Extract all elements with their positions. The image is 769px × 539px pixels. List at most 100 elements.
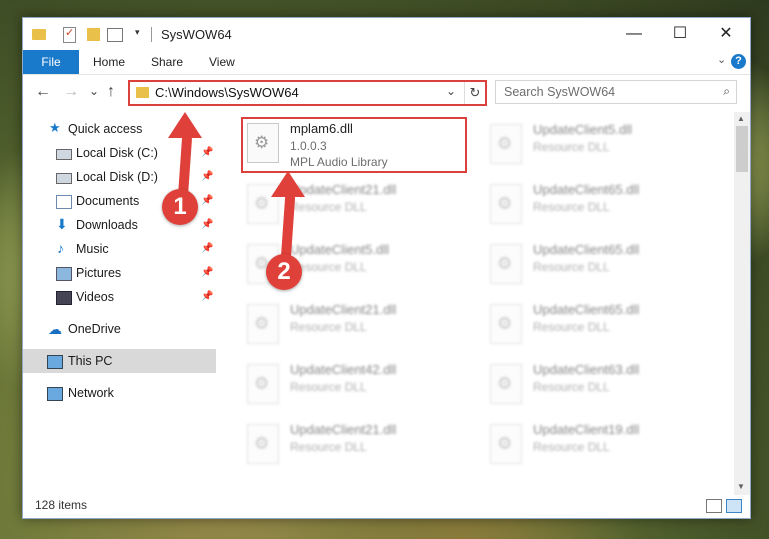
address-bar[interactable]: C:\Windows\SysWOW64 ⌄ ↻ <box>128 80 487 106</box>
refresh-icon[interactable]: ↻ <box>464 82 485 104</box>
file-tile[interactable]: UpdateClient65.dll Resource DLL <box>486 240 676 286</box>
file-name: UpdateClient21.dll <box>290 182 397 197</box>
search-icon[interactable]: ⌕ <box>723 84 730 99</box>
vertical-scrollbar[interactable]: ▲ ▼ <box>734 112 750 495</box>
sidebar-item-label: Quick access <box>68 122 143 136</box>
file-tile[interactable]: UpdateClient42.dll Resource DLL <box>243 360 433 406</box>
tab-view[interactable]: View <box>209 50 235 74</box>
file-name: UpdateClient5.dll <box>533 122 633 137</box>
up-arrow-icon[interactable]: ↑ <box>107 83 115 101</box>
file-list: mplam6.dll 1.0.0.3 MPL Audio Library Upd… <box>236 112 734 492</box>
file-tile[interactable]: UpdateClient5.dll Resource DLL <box>486 120 676 166</box>
file-description: Resource DLL <box>533 140 610 154</box>
sidebar-item-label: Documents <box>76 194 140 208</box>
sidebar-item-music[interactable]: ♪ Music 📌 <box>23 237 216 261</box>
pin-icon[interactable]: 📌 <box>201 261 213 285</box>
sidebar-item-label: Local Disk (C:) <box>76 146 158 160</box>
file-description: Resource DLL <box>533 200 610 214</box>
search-placeholder: Search SysWOW64 <box>504 85 616 99</box>
search-input[interactable]: Search SysWOW64 ⌕ <box>495 80 737 104</box>
file-name: UpdateClient42.dll <box>290 362 397 377</box>
videos-icon <box>56 291 72 305</box>
pictures-icon <box>56 267 72 281</box>
pin-icon[interactable]: 📌 <box>201 237 213 261</box>
file-description: Resource DLL <box>290 440 367 454</box>
sidebar-item-label: Network <box>68 386 114 400</box>
tab-file[interactable]: File <box>23 50 79 74</box>
recent-locations-icon[interactable]: ⌄ <box>89 84 99 98</box>
computer-icon <box>47 355 63 369</box>
documents-icon <box>56 195 72 209</box>
file-tile-mplam6[interactable]: mplam6.dll 1.0.0.3 MPL Audio Library <box>241 117 467 173</box>
sidebar-item-label: Music <box>76 242 109 256</box>
dll-file-icon <box>490 364 522 404</box>
file-tile[interactable]: UpdateClient65.dll Resource DLL <box>486 180 676 226</box>
file-name: UpdateClient65.dll <box>533 242 640 257</box>
sidebar-item-videos[interactable]: Videos 📌 <box>23 285 216 309</box>
scroll-up-icon[interactable]: ▲ <box>737 114 745 123</box>
file-tile[interactable]: UpdateClient19.dll Resource DLL <box>486 420 676 466</box>
title-separator <box>151 27 152 42</box>
music-icon: ♪ <box>57 240 64 256</box>
status-bar: 128 items <box>23 494 750 517</box>
file-name: UpdateClient65.dll <box>533 182 640 197</box>
minimize-button[interactable]: — <box>611 18 657 50</box>
help-icon[interactable]: ? <box>731 54 746 69</box>
dll-file-icon <box>490 424 522 464</box>
sidebar-item-onedrive[interactable]: ☁ OneDrive <box>23 317 216 341</box>
pin-icon[interactable]: 📌 <box>201 213 213 237</box>
dll-file-icon <box>490 304 522 344</box>
tab-share[interactable]: Share <box>151 50 183 74</box>
scrollbar-thumb[interactable] <box>736 126 748 172</box>
quick-access-dropdown-icon[interactable]: ▾ <box>135 27 140 43</box>
file-description: Resource DLL <box>290 200 367 214</box>
file-tile[interactable]: UpdateClient21.dll Resource DLL <box>243 420 433 466</box>
dll-file-icon <box>247 364 279 404</box>
tab-home[interactable]: Home <box>93 50 125 74</box>
file-tile[interactable]: UpdateClient65.dll Resource DLL <box>486 300 676 346</box>
item-count: 128 items <box>35 498 88 512</box>
sidebar-item-label: Pictures <box>76 266 122 280</box>
address-dropdown-icon[interactable]: ⌄ <box>446 84 456 98</box>
dll-file-icon <box>247 424 279 464</box>
pin-icon[interactable]: 📌 <box>201 189 213 213</box>
file-tile[interactable]: UpdateClient63.dll Resource DLL <box>486 360 676 406</box>
scroll-down-icon[interactable]: ▼ <box>737 482 745 491</box>
file-description: Resource DLL <box>290 320 367 334</box>
folder-icon <box>32 29 46 40</box>
maximize-button[interactable]: ☐ <box>657 18 703 50</box>
callout-arrow-1-head <box>168 112 202 138</box>
sidebar-item-label: This PC <box>68 354 113 368</box>
sidebar-item-network[interactable]: Network <box>23 381 216 405</box>
properties-icon[interactable] <box>63 26 76 43</box>
details-view-icon[interactable] <box>706 499 722 513</box>
sidebar-item-pictures[interactable]: Pictures 📌 <box>23 261 216 285</box>
file-explorer-window: ▾ SysWOW64 — ☐ ✕ File Home Share View ⌄ … <box>22 17 751 519</box>
download-icon: ⬇ <box>56 216 68 232</box>
file-description: Resource DLL <box>533 440 610 454</box>
file-version: 1.0.0.3 <box>290 139 327 153</box>
drive-icon <box>56 149 72 160</box>
folder-icon <box>136 87 149 98</box>
new-folder-icon[interactable] <box>87 28 100 41</box>
sidebar-item-label: OneDrive <box>68 322 121 336</box>
close-button[interactable]: ✕ <box>703 18 749 50</box>
dll-file-icon <box>490 244 522 284</box>
tiles-view-icon[interactable] <box>726 499 742 513</box>
pin-icon[interactable]: 📌 <box>201 285 213 309</box>
step-1-badge: 1 <box>162 189 198 225</box>
dll-file-icon <box>490 184 522 224</box>
forward-arrow-icon[interactable]: → <box>63 83 79 101</box>
address-path[interactable]: C:\Windows\SysWOW64 <box>155 85 299 100</box>
navigation-bar: ← → ⌄ ↑ C:\Windows\SysWOW64 ⌄ ↻ Search S… <box>23 75 750 109</box>
file-tile[interactable]: UpdateClient21.dll Resource DLL <box>243 300 433 346</box>
network-icon <box>47 387 63 401</box>
file-name: UpdateClient21.dll <box>290 302 397 317</box>
sidebar-item-this-pc[interactable]: This PC <box>23 349 216 373</box>
pin-icon[interactable]: 📌 <box>201 141 213 165</box>
customize-icon[interactable] <box>107 28 123 42</box>
pin-icon[interactable]: 📌 <box>201 165 213 189</box>
back-arrow-icon[interactable]: ← <box>35 83 51 101</box>
title-bar: ▾ SysWOW64 — ☐ ✕ <box>23 18 750 50</box>
chevron-down-icon[interactable]: ⌄ <box>717 53 726 66</box>
